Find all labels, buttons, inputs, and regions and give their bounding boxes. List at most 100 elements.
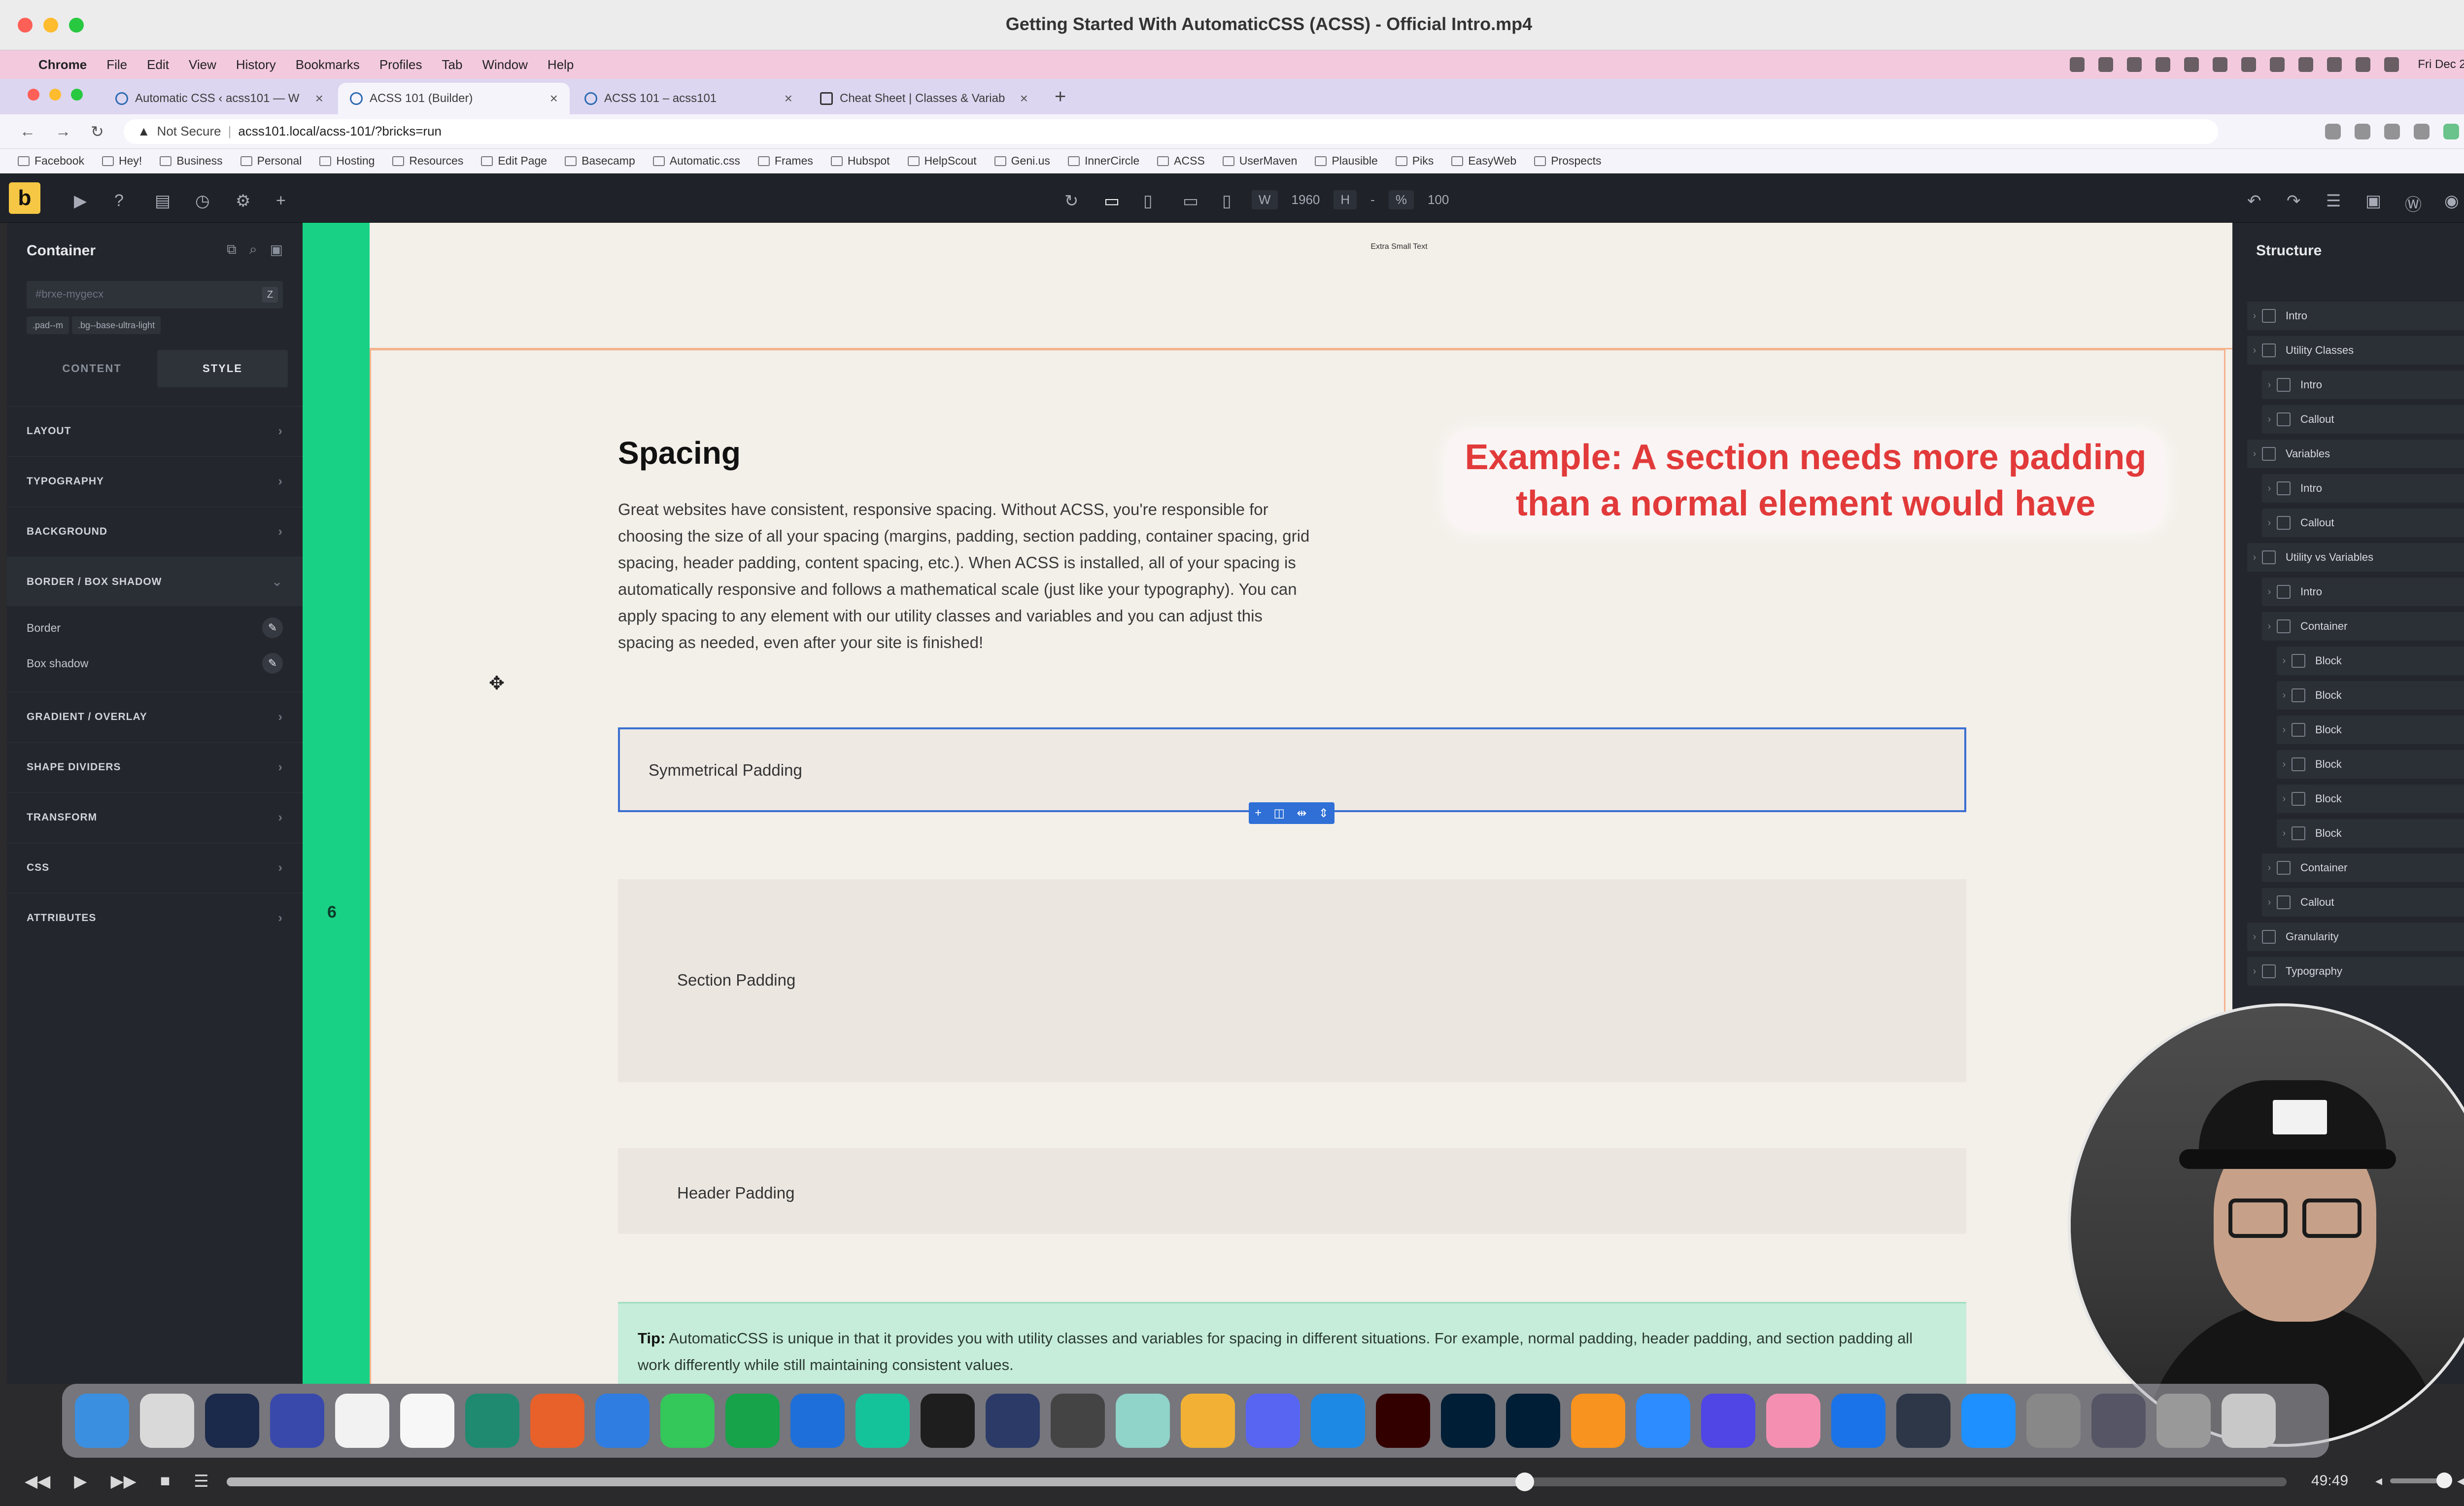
section-transform[interactable]: TRANSFORM › [7,792,303,842]
app-icon[interactable] [1116,1394,1170,1448]
bookmark-item[interactable]: Automatic.css [652,154,740,168]
forward-icon[interactable]: → [55,122,71,141]
tab-style[interactable]: STYLE [157,350,288,387]
bookmark-item[interactable]: InnerCircle [1067,154,1139,168]
chevron-right-icon[interactable]: › [2262,897,2277,908]
class-chip[interactable]: .pad--m [27,316,69,334]
chevron-right-icon[interactable]: › [2262,483,2277,494]
structure-row[interactable]: › Utility Classes [2247,336,2464,365]
volume-handle[interactable] [2436,1472,2453,1488]
bookmark-item[interactable]: Hosting [319,154,375,168]
zoom-value[interactable]: 100 [1428,192,1449,207]
app-icon[interactable] [2156,1394,2211,1448]
bookmark-item[interactable]: Resources [392,154,463,168]
menu-history[interactable]: History [236,57,276,72]
chevron-right-icon[interactable]: › [2262,586,2277,598]
structure-row[interactable]: › Utility vs Variables [2247,543,2464,572]
status-icon[interactable] [2127,57,2142,72]
search-icon[interactable] [2356,57,2371,72]
lightroom-icon[interactable] [1441,1394,1495,1448]
extra-small-text[interactable]: Extra Small Text [1288,242,1510,251]
chevron-right-icon[interactable]: › [2247,448,2262,460]
1password-icon[interactable] [1831,1394,1885,1448]
bookmark-item[interactable]: EasyWeb [1451,154,1516,168]
bookmark-item[interactable]: Plausible [1315,154,1378,168]
refresh-icon[interactable]: ↻ [1064,191,1079,211]
id-badge[interactable]: Z [262,287,278,303]
close-tab-icon[interactable]: × [550,91,558,106]
chevron-right-icon[interactable]: › [2262,414,2277,425]
menu-bookmarks[interactable]: Bookmarks [296,57,360,72]
trash-icon[interactable] [2222,1394,2276,1448]
structure-icon[interactable]: ☰ [2326,191,2341,211]
header-padding-box[interactable]: Header Padding [618,1148,1966,1234]
browser-zoom-button[interactable] [71,89,83,101]
undo-icon[interactable]: ↶ [2247,191,2261,211]
chevron-right-icon[interactable]: › [2262,862,2277,874]
browser-tab[interactable]: ACSS 101 – acss101 × [573,83,804,114]
spacing-icon[interactable]: ⇕ [1319,806,1329,821]
structure-row[interactable]: › Container [2262,854,2464,882]
status-icon[interactable] [2156,57,2171,72]
bookmark-item[interactable]: HelpScout [907,154,977,168]
structure-row[interactable]: › Block [2277,681,2464,710]
status-icon[interactable] [2098,57,2114,72]
structure-row[interactable]: › Block [2277,716,2464,744]
app-icon[interactable] [1181,1394,1235,1448]
bookmark-item[interactable]: Basecamp [565,154,635,168]
browser-tab[interactable]: Cheat Sheet | Classes & Variab × [808,83,1040,114]
bookmark-item[interactable]: Edit Page [481,154,547,168]
bookmark-item[interactable]: Piks [1395,154,1434,168]
scrub-handle[interactable] [1515,1472,1535,1491]
border-row[interactable]: Border ✎ [7,610,303,646]
status-icon[interactable] [2213,57,2228,72]
pointer-icon[interactable]: ▶ [74,191,87,211]
section-heading[interactable]: Spacing [618,435,741,471]
reload-icon[interactable]: ↻ [91,122,104,141]
edit-icon[interactable]: ✎ [262,617,283,638]
box-shadow-row[interactable]: Box shadow ✎ [7,646,303,681]
grammarly-icon[interactable] [856,1394,910,1448]
extension-icon[interactable] [2384,123,2400,139]
chevron-right-icon[interactable]: › [2262,517,2277,529]
bookmark-item[interactable]: Frames [757,154,813,168]
system-settings-icon[interactable] [2026,1394,2081,1448]
section-border-box-shadow[interactable]: BORDER / BOX SHADOW ⌄ [7,557,303,606]
structure-row[interactable]: › Block [2277,785,2464,813]
chevron-right-icon[interactable]: › [2277,828,2292,839]
stop-icon[interactable]: ■ [160,1472,171,1491]
play-icon[interactable]: ▶ [74,1472,87,1491]
extension-icon[interactable] [2414,123,2430,139]
structure-row[interactable]: › Callout [2262,405,2464,434]
close-tab-icon[interactable]: × [315,91,323,106]
css-id-input[interactable]: #brxe-mygecx Z [27,281,283,308]
vscode-icon[interactable] [790,1394,845,1448]
status-icon[interactable] [2298,57,2314,72]
redo-icon[interactable]: ↷ [2287,191,2301,211]
settings-icon[interactable]: ⚙ [236,191,250,211]
app-icon[interactable] [725,1394,780,1448]
section-shape-dividers[interactable]: SHAPE DIVIDERS › [7,742,303,791]
section-attributes[interactable]: ATTRIBUTES › [7,893,303,942]
bookmark-item[interactable]: Personal [240,154,302,168]
photoshop-icon[interactable] [1506,1394,1560,1448]
section-background[interactable]: BACKGROUND › [7,507,303,556]
chevron-right-icon[interactable]: › [2247,310,2262,322]
menu-window[interactable]: Window [482,57,527,72]
scrub-bar[interactable] [227,1472,2287,1491]
menu-view[interactable]: View [189,57,216,72]
app-icon[interactable] [465,1394,519,1448]
mobile-breakpoint-icon[interactable]: ▯ [1222,191,1232,211]
app-icon[interactable] [400,1394,454,1448]
omnibox[interactable]: ▲ Not Secure | acss101.local/acss-101/?b… [123,119,2218,144]
app-icon[interactable] [1766,1394,1820,1448]
section-paragraph[interactable]: Great websites have consistent, responsi… [618,496,1323,656]
structure-row[interactable]: › Callout [2262,888,2464,917]
add-element-icon[interactable]: + [276,191,286,210]
columns-icon[interactable]: ◫ [1273,806,1285,821]
bookmark-item[interactable]: Hey! [102,154,142,168]
help-icon[interactable]: ? [114,191,124,210]
width-value[interactable]: 1960 [1292,192,1320,207]
keynote-icon[interactable] [1311,1394,1365,1448]
structure-row[interactable]: › Intro [2247,302,2464,330]
